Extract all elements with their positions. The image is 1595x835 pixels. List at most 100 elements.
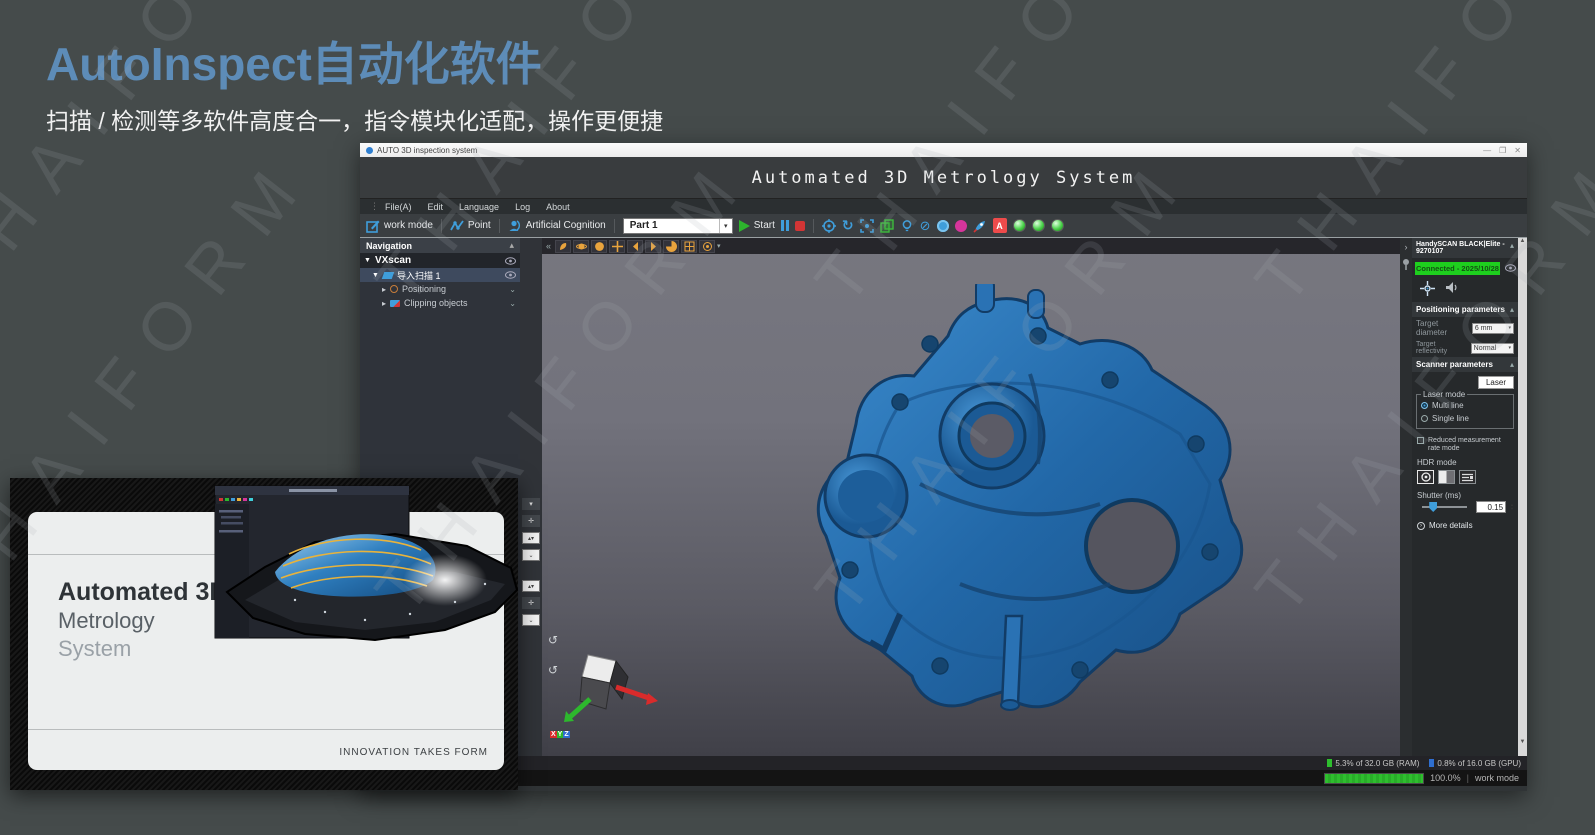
- laser-button[interactable]: Laser: [1478, 376, 1514, 389]
- tree-item-scan[interactable]: ▼ 导入扫描 1: [360, 268, 520, 282]
- collapse-icon[interactable]: ▴: [1510, 360, 1514, 369]
- scan-region-button[interactable]: [860, 219, 874, 233]
- window-title: AUTO 3D inspection system: [377, 146, 477, 155]
- magenta-mode-button[interactable]: [955, 220, 967, 232]
- view-rotate-right-tool[interactable]: [645, 240, 661, 253]
- scroll-down-icon[interactable]: ▼: [1518, 739, 1527, 745]
- app-header-band: Automated 3D Metrology System: [360, 157, 1527, 198]
- work-mode-button[interactable]: work mode: [366, 219, 433, 233]
- chevron-down-icon[interactable]: ⌄: [509, 299, 516, 308]
- status-orb-2[interactable]: [1032, 219, 1045, 232]
- view-eye-tool[interactable]: [699, 240, 715, 253]
- collapse-left-icon[interactable]: «: [546, 241, 551, 251]
- pin-icon[interactable]: [1402, 258, 1410, 270]
- blue-mode-button[interactable]: [937, 220, 949, 232]
- rotate-view-button[interactable]: ↻: [842, 217, 854, 234]
- shutter-value: 0.15: [1487, 503, 1503, 512]
- menu-file[interactable]: File(A): [385, 202, 412, 212]
- axis-gizmo[interactable]: ↺ ↺ XYZ: [550, 647, 660, 728]
- rotate-ccw-icon[interactable]: ↺: [548, 633, 558, 647]
- checkbox-icon: [1417, 437, 1424, 444]
- window-titlebar[interactable]: AUTO 3D inspection system — ❐ ✕: [360, 143, 1527, 157]
- chevron-right-icon[interactable]: ›: [1400, 242, 1412, 252]
- pause-button[interactable]: [781, 220, 789, 231]
- tree-item-positioning[interactable]: ▸ Positioning ⌄: [360, 282, 520, 296]
- eye-icon[interactable]: [505, 257, 516, 265]
- target-reflectivity-label: Target reflectivity: [1416, 341, 1468, 355]
- part-select[interactable]: Part 1 ▾: [623, 218, 733, 234]
- hdr-mode-split-button[interactable]: [1438, 470, 1455, 484]
- status-orb-3[interactable]: [1051, 219, 1064, 232]
- scroll-up-icon[interactable]: ▲: [1518, 238, 1527, 244]
- slider-handle[interactable]: [1429, 502, 1437, 512]
- navigation-header[interactable]: Navigation ▴: [360, 238, 520, 253]
- menu-edit[interactable]: Edit: [428, 202, 444, 212]
- start-button[interactable]: Start: [739, 220, 775, 232]
- collapse-icon[interactable]: ▴: [1510, 305, 1514, 314]
- status-orb-1[interactable]: [1013, 219, 1026, 232]
- volume-icon[interactable]: [1445, 281, 1460, 294]
- tree-item-label: 导入扫描 1: [397, 269, 441, 282]
- scanner-parameters-header[interactable]: Scanner parameters ▴: [1412, 357, 1518, 372]
- rotate-cw-icon[interactable]: ↺: [548, 663, 558, 677]
- chevron-down-icon[interactable]: ⌄: [509, 285, 516, 294]
- viewport-3d[interactable]: « ▾: [542, 238, 1400, 756]
- shutter-slider[interactable]: [1422, 502, 1467, 512]
- rocket-button[interactable]: [973, 219, 987, 233]
- view-hand-tool[interactable]: [555, 240, 571, 253]
- hdr-mode-list-button[interactable]: [1459, 470, 1476, 484]
- laser-single-option[interactable]: Single line: [1421, 414, 1509, 423]
- shutter-value-input[interactable]: 0.15: [1476, 501, 1506, 513]
- menu-log[interactable]: Log: [515, 202, 530, 212]
- chevron-down-icon[interactable]: ▾: [717, 242, 721, 250]
- scanned-part-model[interactable]: [780, 284, 1260, 724]
- panel-collapse-strip[interactable]: ›: [1400, 238, 1412, 756]
- device-header[interactable]: HandySCAN BLACK|Elite - 9270107 ▴: [1412, 238, 1518, 258]
- status-mode: work mode: [1475, 773, 1519, 783]
- tree-item-label: Positioning: [402, 284, 446, 294]
- more-details-link[interactable]: › More details: [1412, 514, 1518, 537]
- close-icon[interactable]: ✕: [1514, 146, 1521, 155]
- eye-icon[interactable]: [1505, 264, 1516, 272]
- point-polyline-icon: [450, 219, 464, 233]
- checkbox-label: Reduced measurement rate mode: [1428, 437, 1513, 453]
- eye-icon[interactable]: [505, 271, 516, 279]
- tree-item-clipping[interactable]: ▸ Clipping objects ⌄: [360, 296, 520, 310]
- restore-icon[interactable]: ❐: [1499, 146, 1506, 155]
- reduced-rate-option[interactable]: Reduced measurement rate mode: [1412, 432, 1518, 455]
- play-icon: [739, 220, 750, 232]
- right-scrollbar[interactable]: ▲ ▼: [1518, 238, 1527, 756]
- collapse-icon[interactable]: ▴: [1510, 241, 1514, 255]
- view-rotate-left-tool[interactable]: [627, 240, 643, 253]
- menu-language[interactable]: Language: [459, 202, 499, 212]
- view-zoom-tool[interactable]: [591, 240, 607, 253]
- minimize-icon[interactable]: —: [1483, 146, 1491, 155]
- laser-off-button[interactable]: ⊘: [920, 218, 931, 234]
- positioning-parameters-header[interactable]: Positioning parameters ▴: [1412, 302, 1518, 317]
- view-pie-tool[interactable]: [663, 240, 679, 253]
- hdr-mode-auto-button[interactable]: [1417, 470, 1434, 484]
- stop-button[interactable]: [795, 221, 805, 231]
- bulb-button[interactable]: [900, 219, 914, 233]
- connection-status-badge: Connected - 2025/10/28: [1415, 262, 1500, 275]
- progress-fill: [1325, 774, 1423, 783]
- menu-about[interactable]: About: [546, 202, 570, 212]
- target-diameter-select[interactable]: 6 mm ▾: [1472, 323, 1514, 334]
- crosshair-target-button[interactable]: [822, 219, 836, 233]
- splash-title-line2: Metrology: [58, 608, 155, 634]
- spinner-icons[interactable]: ▲▼: [1510, 503, 1514, 511]
- move-target-icon[interactable]: [1420, 281, 1435, 296]
- point-button[interactable]: Point: [450, 219, 491, 233]
- page-title: AutoInspect自动化软件: [46, 28, 663, 94]
- pdf-export-button[interactable]: A: [993, 218, 1007, 233]
- artificial-cognition-button[interactable]: Artificial Cognition: [508, 219, 606, 233]
- app-icon: [366, 147, 373, 154]
- laser-multi-option[interactable]: Multi line: [1421, 401, 1509, 410]
- layers-button[interactable]: [880, 219, 894, 233]
- tree-root-vxscan[interactable]: ▼ VXscan: [360, 253, 520, 268]
- view-grid-tool[interactable]: [681, 240, 697, 253]
- target-reflectivity-select[interactable]: Normal ▾: [1471, 343, 1514, 354]
- view-pan-tool[interactable]: [609, 240, 625, 253]
- collapse-icon[interactable]: ▴: [509, 240, 514, 251]
- view-orbit-tool[interactable]: [573, 240, 589, 253]
